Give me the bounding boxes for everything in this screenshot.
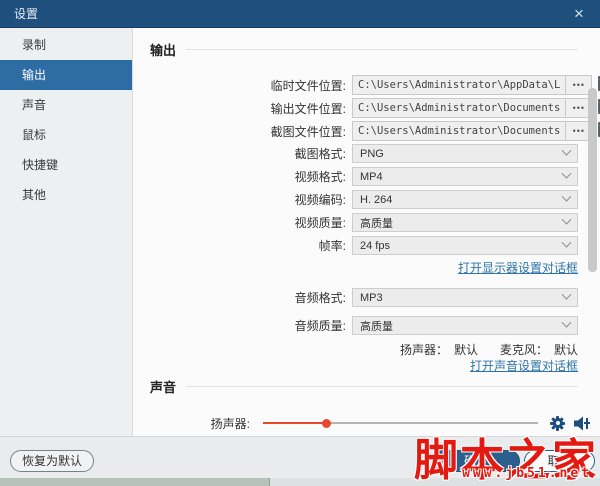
video-format-select[interactable]: MP4	[352, 167, 578, 186]
video-codec-row: 视频编码: H. 264	[150, 190, 578, 209]
sound-section-title: 声音	[150, 377, 176, 396]
screenshot-path-field[interactable]: C:\Users\Administrator\Documents •••	[352, 121, 592, 141]
sidebar-item-hotkeys[interactable]: 快捷键	[0, 150, 132, 180]
screenshot-format-row: 截图格式: PNG	[150, 144, 578, 163]
device-summary: 扬声器：默认麦克风：默认	[394, 341, 578, 358]
video-format-label: 视频格式:	[150, 168, 352, 185]
temp-path-field[interactable]: C:\Users\Administrator\AppData\L •••	[352, 75, 592, 95]
video-quality-label: 视频质量:	[150, 214, 352, 231]
dialog-title: 设置	[14, 0, 38, 28]
video-quality-row: 视频质量: 高质量	[150, 213, 578, 232]
mic-device-value: 默认	[554, 343, 578, 357]
video-format-row: 视频格式: MP4	[150, 167, 578, 186]
section-divider	[186, 386, 578, 387]
audio-format-value: MP3	[360, 292, 383, 304]
screenshot-format-label: 截图格式:	[150, 145, 352, 162]
settings-dialog: 设置 × 录制 输出 声音 鼠标 快捷键 其他 输出 临时文件位置: C:\Us…	[0, 0, 600, 486]
framerate-select[interactable]: 24 fps	[352, 236, 578, 255]
slider-thumb[interactable]	[322, 419, 331, 428]
audio-quality-row: 音频质量: 高质量	[150, 316, 578, 335]
output-path-label: 输出文件位置:	[150, 100, 352, 117]
chevron-down-icon	[562, 169, 572, 179]
audio-quality-select[interactable]: 高质量	[352, 316, 578, 335]
video-quality-value: 高质量	[360, 215, 393, 231]
watermark-url: www.jb51.net	[462, 466, 592, 481]
close-icon[interactable]: ×	[564, 0, 594, 28]
sidebar: 录制 输出 声音 鼠标 快捷键 其他	[0, 28, 133, 436]
sidebar-item-sound[interactable]: 声音	[0, 90, 132, 120]
framerate-label: 帧率:	[150, 237, 352, 254]
section-divider	[186, 49, 578, 50]
audio-quality-value: 高质量	[360, 318, 393, 334]
sidebar-item-output[interactable]: 输出	[0, 60, 132, 90]
audio-format-row: 音频格式: MP3	[150, 288, 578, 307]
chevron-down-icon	[562, 238, 572, 248]
speaker-device-value: 默认	[454, 343, 478, 357]
audio-format-select[interactable]: MP3	[352, 288, 578, 307]
chevron-down-icon	[562, 290, 572, 300]
temp-path-row: 临时文件位置: C:\Users\Administrator\AppData\L…	[150, 75, 578, 95]
display-settings-link[interactable]: 打开显示器设置对话框	[458, 259, 578, 276]
desktop-edge-left	[0, 478, 270, 486]
vertical-scrollbar[interactable]	[588, 88, 597, 272]
chevron-down-icon	[562, 215, 572, 225]
speaker-volume-label: 扬声器:	[150, 415, 250, 432]
video-codec-value: H. 264	[360, 194, 392, 206]
output-path-field[interactable]: C:\Users\Administrator\Documents •••	[352, 98, 592, 118]
mic-device-label: 麦克风：	[500, 343, 548, 357]
audio-format-label: 音频格式:	[150, 289, 352, 306]
sidebar-item-mouse[interactable]: 鼠标	[0, 120, 132, 150]
chevron-down-icon	[562, 318, 572, 328]
framerate-row: 帧率: 24 fps	[150, 236, 578, 255]
temp-path-label: 临时文件位置:	[150, 77, 352, 94]
screenshot-format-select[interactable]: PNG	[352, 144, 578, 163]
restore-defaults-button[interactable]: 恢复为默认	[10, 450, 94, 472]
output-path-value[interactable]: C:\Users\Administrator\Documents	[353, 99, 565, 117]
audio-quality-label: 音频质量:	[150, 317, 352, 334]
slider-fill	[263, 422, 326, 424]
titlebar: 设置 ×	[0, 0, 600, 28]
output-section-title: 输出	[150, 40, 176, 59]
screenshot-path-label: 截图文件位置:	[150, 123, 352, 140]
screenshot-path-value[interactable]: C:\Users\Administrator\Documents	[353, 122, 565, 140]
sidebar-item-record[interactable]: 录制	[0, 30, 132, 60]
output-path-row: 输出文件位置: C:\Users\Administrator\Documents…	[150, 98, 578, 118]
video-quality-select[interactable]: 高质量	[352, 213, 578, 232]
sound-section-header: 声音	[150, 377, 578, 396]
framerate-value: 24 fps	[360, 240, 390, 252]
sidebar-item-other[interactable]: 其他	[0, 180, 132, 210]
chevron-down-icon	[562, 192, 572, 202]
sound-settings-link[interactable]: 打开声音设置对话框	[470, 357, 578, 374]
output-section-header: 输出	[150, 40, 578, 59]
output-panel: 输出 临时文件位置: C:\Users\Administrator\AppDat…	[133, 28, 600, 436]
screenshot-path-row: 截图文件位置: C:\Users\Administrator\Documents…	[150, 121, 578, 141]
video-codec-select[interactable]: H. 264	[352, 190, 578, 209]
speaker-device-label: 扬声器：	[400, 343, 448, 357]
video-codec-label: 视频编码:	[150, 191, 352, 208]
screenshot-format-value: PNG	[360, 148, 384, 160]
video-format-value: MP4	[360, 171, 383, 183]
chevron-down-icon	[562, 146, 572, 156]
temp-path-value[interactable]: C:\Users\Administrator\AppData\L	[353, 76, 565, 94]
